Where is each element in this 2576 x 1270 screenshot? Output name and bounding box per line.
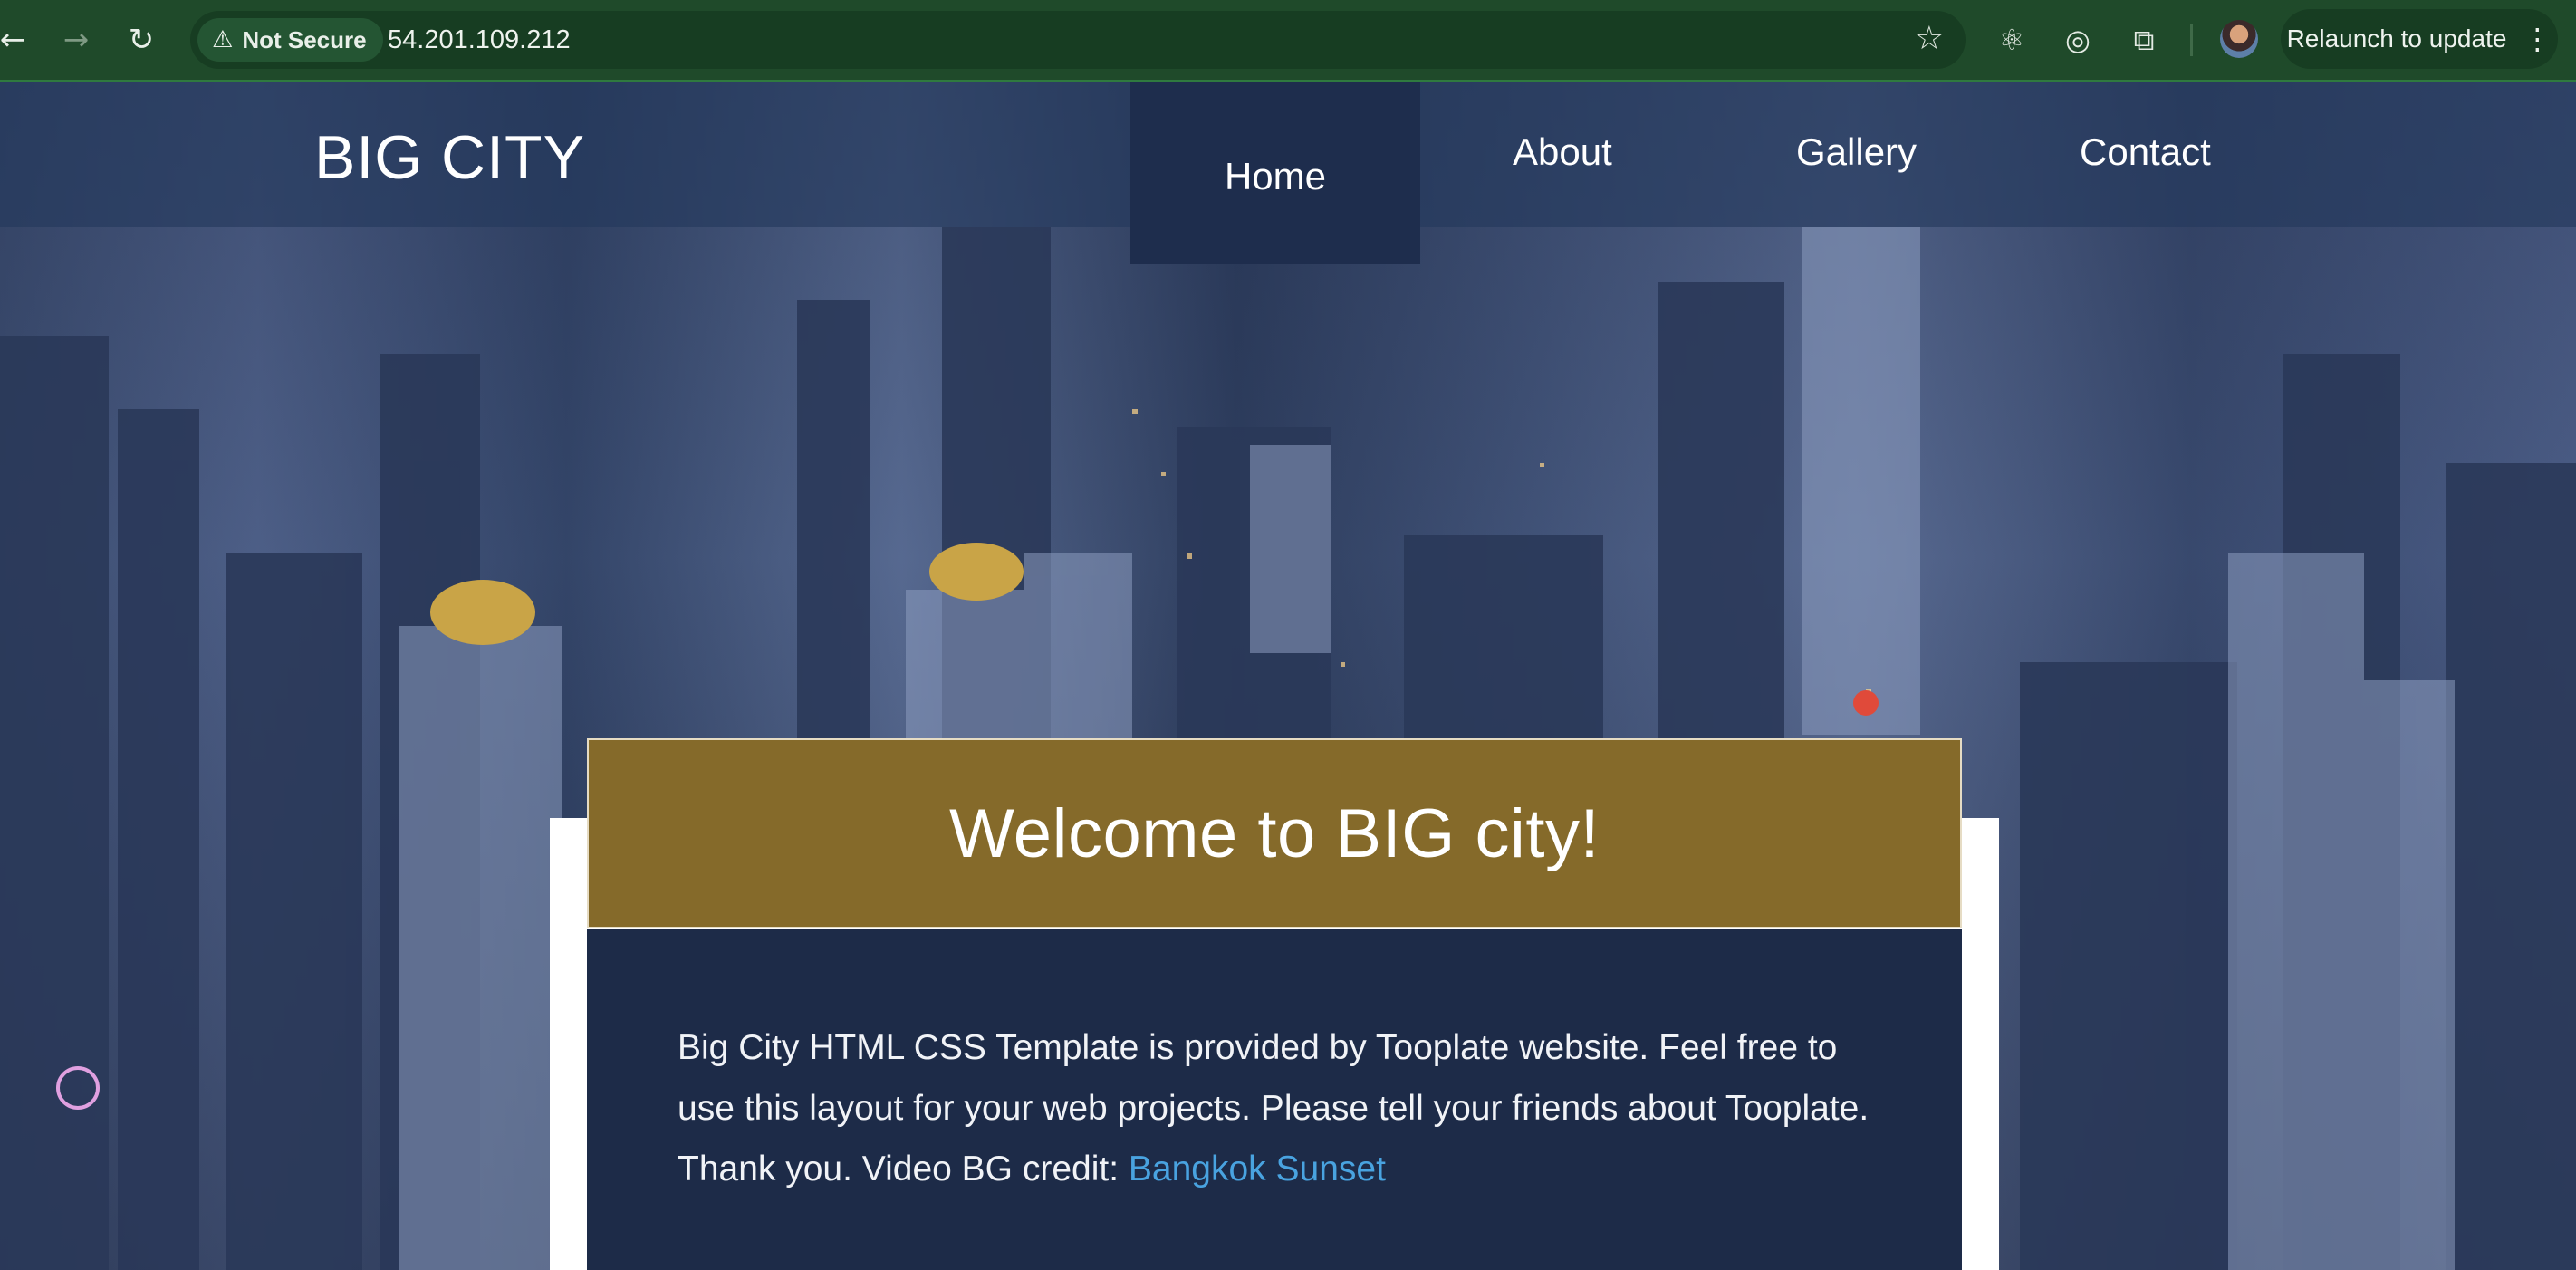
kebab-menu-icon: ⋮ (2523, 22, 2552, 56)
star-icon[interactable]: ☆ (1915, 20, 1944, 57)
nav-home[interactable]: Home (1130, 82, 1420, 264)
back-arrow-icon[interactable]: ← (0, 22, 31, 58)
welcome-banner: Welcome to BIG city! (587, 738, 1962, 928)
nav-about[interactable]: About (1513, 130, 1612, 174)
web-page: BIG CITY Home About Gallery Contact Welc… (0, 82, 2576, 1270)
reload-icon[interactable]: ↻ (123, 22, 159, 58)
profile-avatar[interactable] (2220, 20, 2258, 58)
nav-contact[interactable]: Contact (2080, 130, 2211, 174)
warning-icon: ⚠ (212, 26, 234, 53)
security-label: Not Secure (242, 25, 367, 53)
browser-toolbar: ← → ↻ ⚠ Not Secure 54.201.109.212 ☆ ⚛ ◎ … (0, 0, 2576, 82)
nav-gallery[interactable]: Gallery (1796, 130, 1917, 174)
url-text[interactable]: 54.201.109.212 (388, 25, 571, 55)
relaunch-button[interactable]: Relaunch to update ⋮ (2281, 9, 2558, 69)
intro-paragraph: Big City HTML CSS Template is provided b… (678, 1017, 1891, 1199)
credit-link[interactable]: Bangkok Sunset (1129, 1150, 1386, 1188)
puzzle-extension-icon[interactable]: ⧉ (2124, 20, 2164, 60)
forward-arrow-icon[interactable]: → (58, 22, 94, 58)
nav-home-label: Home (1224, 155, 1327, 197)
target-extension-icon[interactable]: ◎ (2058, 20, 2098, 60)
react-extension-icon[interactable]: ⚛ (1992, 20, 2032, 60)
toolbar-divider (2190, 24, 2193, 56)
welcome-title: Welcome to BIG city! (948, 794, 1600, 872)
relaunch-label: Relaunch to update (2286, 24, 2507, 53)
site-brand[interactable]: BIG CITY (314, 122, 585, 193)
security-chip[interactable]: ⚠ Not Secure (197, 18, 383, 62)
address-bar[interactable]: ⚠ Not Secure 54.201.109.212 ☆ (190, 11, 1966, 69)
